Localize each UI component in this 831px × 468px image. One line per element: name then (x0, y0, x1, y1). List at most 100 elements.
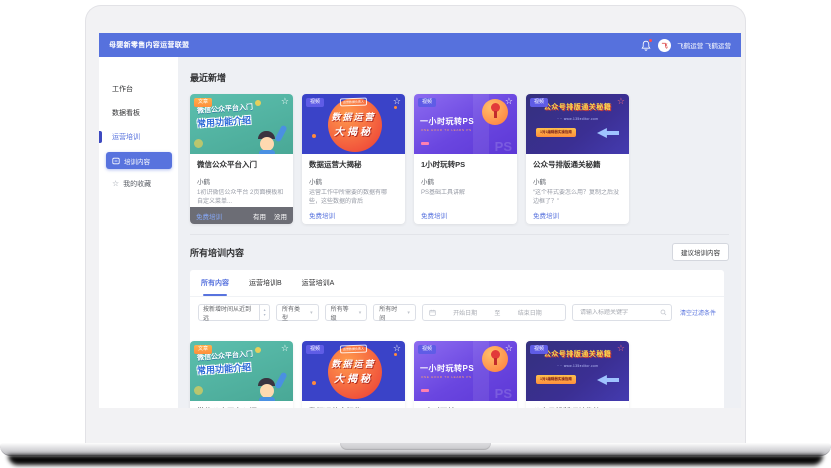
suggest-training-button[interactable]: 建议培训内容 (672, 243, 729, 261)
notification-dot (649, 39, 652, 42)
favorite-star-icon[interactable]: ☆ (617, 95, 625, 108)
end-date-placeholder: 结束日期 (500, 308, 559, 317)
course-description: “这个样式要怎么用？复制之后没边框了？” (533, 189, 622, 206)
chevron-down-icon: ▾ (359, 310, 362, 316)
laptop-screen-bezel: 母婴新零售内容运营联盟 飞 飞鹤运营 飞鹤运营 工作台 数据看板 运营培训 (85, 5, 746, 443)
useful-button[interactable]: 有用 (253, 211, 266, 221)
course-card[interactable]: 文章 ☆ 微信公众平台入门 常用功能介绍 微信公众平台入 (190, 94, 293, 224)
favorite-star-icon[interactable]: ☆ (505, 342, 513, 355)
time-select[interactable]: 所有时间 ▾ (373, 304, 416, 321)
sidebar: 工作台 数据看板 运营培训 培训内容 ☆ (99, 57, 178, 408)
course-card[interactable]: 视频 ☆ 公众号排版通关秘籍 ···· www.135editor.com 1对… (526, 341, 629, 408)
level-select[interactable]: 所有等级 ▾ (325, 304, 368, 321)
chevron-down-icon: ▾ (310, 310, 313, 316)
useless-button[interactable]: 没用 (274, 211, 287, 221)
filter-bar: 按新增时间从近到远 ▴▾ 所有类型 ▾ 所有等级 ▾ (190, 297, 724, 329)
favorite-star-icon[interactable]: ☆ (393, 95, 401, 108)
sidebar-item-workbench[interactable]: 工作台 (99, 77, 178, 101)
tab-training-a[interactable]: 运营培训A (302, 270, 335, 296)
favorite-star-icon[interactable]: ☆ (505, 95, 513, 108)
vote-overlay: 免费培训 有用 没用 (190, 207, 293, 224)
favorite-star-icon: ☆ (112, 180, 119, 188)
course-card[interactable]: 视频 ☆ 一小时玩转PS ONE HOUR TO LEARN PS PS (414, 341, 517, 408)
course-cover: 视频 ☆ 一小时玩转PS ONE HOUR TO LEARN PS PS (414, 94, 517, 154)
section-divider (190, 234, 729, 235)
spinner-arrows-icon[interactable]: ▴▾ (259, 305, 269, 320)
training-content-icon (112, 157, 120, 165)
course-card[interactable]: 文章 ☆ 微信公众平台入门 常用功能介绍 (190, 341, 293, 408)
search-input[interactable] (578, 309, 660, 317)
course-description: 运营工作中所需要的数据有哪些，这些数据的背后 (309, 189, 398, 206)
card-type-badge: 视频 (418, 98, 436, 107)
cover-decoration (255, 100, 261, 106)
course-cover: 视频 ☆ 一小时玩转PS ONE HOUR TO LEARN PS PS (414, 341, 517, 401)
tab-all-content[interactable]: 所有内容 (201, 270, 229, 296)
left-arrow-icon (597, 128, 619, 138)
cover-decoration (194, 139, 203, 148)
sidebar-item-favorites[interactable]: ☆ 我的收藏 (99, 173, 178, 195)
sort-order-select[interactable]: 按新增时间从近到远 ▴▾ (198, 304, 270, 321)
cover-banner: 1对1编辑器实操指南 (536, 128, 576, 137)
course-author: 小鹤 (421, 176, 510, 186)
free-training-label: 免费培训 (421, 210, 510, 220)
notification-bell-icon[interactable] (640, 39, 652, 52)
card-type-badge: 视频 (306, 345, 324, 354)
cover-title-line: 常用功能介绍 (197, 113, 252, 130)
course-title: 1小时玩转PS (421, 159, 510, 170)
cover-title-line: 数据运营 (302, 110, 405, 123)
tab-training-b[interactable]: 运营培训B (249, 270, 282, 296)
card-type-badge: 文章 (194, 345, 212, 354)
course-title: 微信公众平台入门 (197, 159, 286, 170)
user-name[interactable]: 飞鹤运营 飞鹤运营 (677, 40, 731, 50)
laptop-shadow (8, 455, 823, 465)
keyword-search-field[interactable] (572, 304, 672, 321)
course-cover: 视频 ☆ 公众号排版通关秘籍 ···· www.135editor.com 1对… (526, 94, 629, 154)
card-type-badge: 视频 (306, 98, 324, 107)
sidebar-item-training-content[interactable]: 培训内容 (106, 152, 172, 169)
favorite-star-icon[interactable]: ☆ (281, 342, 289, 355)
course-title: 公众号排版通关秘籍 (533, 159, 622, 170)
card-type-badge: 视频 (530, 345, 548, 354)
favorite-star-icon[interactable]: ☆ (281, 95, 289, 108)
cover-subtitle-line: ONE HOUR TO LEARN PS (421, 128, 472, 132)
course-cover: 视频 ☆ 公众号排版通关秘籍 ···· www.135editor.com 1对… (526, 341, 629, 401)
all-cards-row: 文章 ☆ 微信公众平台入门 常用功能介绍 (190, 341, 724, 408)
tabs-bar: 所有内容 运营培训B 运营培训A (190, 270, 724, 297)
course-card[interactable]: 视频 ☆ 运营数据负责人 数据运营 大揭秘 数据运营大揭秘 小鹤 (302, 94, 405, 224)
free-training-label: 免费培训 (533, 210, 622, 220)
start-date-placeholder: 开始日期 (436, 308, 495, 317)
active-indicator-bar (99, 131, 102, 143)
user-avatar[interactable]: 飞 (658, 39, 671, 52)
card-type-badge: 文章 (194, 98, 212, 107)
sidebar-item-dashboard[interactable]: 数据看板 (99, 101, 178, 125)
favorite-star-icon[interactable]: ☆ (393, 342, 401, 355)
course-description: PS基础工具讲解 (421, 189, 510, 198)
course-cover: 视频 ☆ 运营数据负责人 数据运营 大揭秘 (302, 341, 405, 401)
course-description: 1初识微信公众平台 2页面模板和自定义菜单... (197, 189, 286, 206)
date-range-picker[interactable]: 开始日期 至 结束日期 (422, 304, 566, 321)
cover-watermark: PS (495, 139, 512, 154)
left-arrow-icon (597, 375, 619, 385)
sidebar-item-training[interactable]: 运营培训 (99, 125, 178, 149)
laptop-base-notch (340, 443, 491, 450)
course-title: 数据运营大揭秘 (309, 159, 398, 170)
course-title: 数据运营大揭秘 (309, 406, 398, 408)
recent-cards-row: 文章 ☆ 微信公众平台入门 常用功能介绍 微信公众平台入 (190, 94, 729, 224)
free-training-label: 免费培训 (309, 210, 398, 220)
favorite-star-icon[interactable]: ☆ (617, 342, 625, 355)
course-card[interactable]: 视频 ☆ 一小时玩转PS ONE HOUR TO LEARN PS PS (414, 94, 517, 224)
course-title: 1小时玩转PS (421, 406, 510, 408)
sidebar-item-label: 我的收藏 (123, 179, 151, 189)
course-title: 公众号排版通关秘籍 (533, 406, 622, 408)
type-select[interactable]: 所有类型 ▾ (276, 304, 319, 321)
course-card[interactable]: 视频 ☆ 运营数据负责人 数据运营 大揭秘 数据运营大揭秘 (302, 341, 405, 408)
cover-subtitle-line: ···· www.135editor.com (526, 117, 629, 121)
course-author: 小鹤 (533, 176, 622, 186)
card-type-badge: 视频 (530, 98, 548, 107)
app-viewport: 母婴新零售内容运营联盟 飞 飞鹤运营 飞鹤运营 工作台 数据看板 运营培训 (99, 33, 741, 408)
clear-filters-link[interactable]: 清空过滤条件 (680, 308, 716, 317)
chevron-down-icon: ▾ (407, 310, 410, 316)
training-panel: 所有内容 运营培训B 运营培训A 按新增时间从近到远 ▴▾ 所有类型 (190, 270, 724, 408)
free-training-label: 免费培训 (196, 211, 245, 221)
course-card[interactable]: 视频 ☆ 公众号排版通关秘籍 ···· www.135editor.com 1对… (526, 94, 629, 224)
